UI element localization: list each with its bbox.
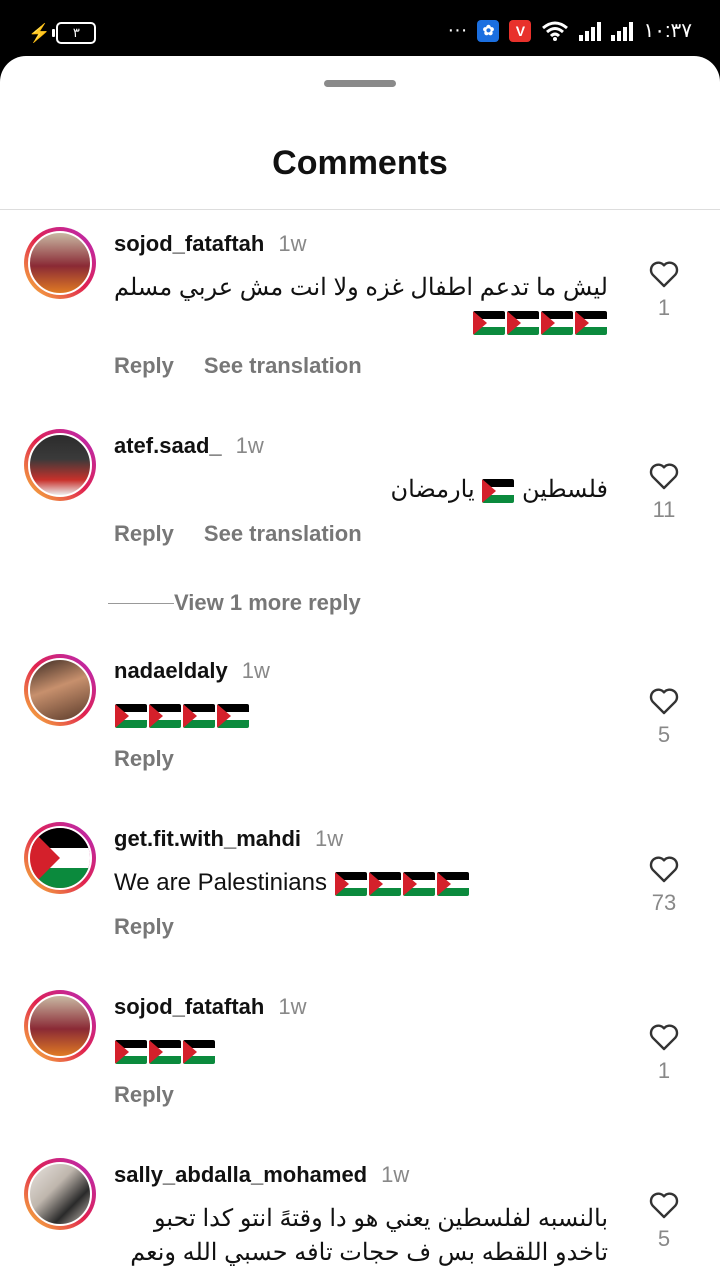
- palestine-flag-icon: [482, 478, 515, 503]
- status-left: ⚡ ٣: [28, 22, 97, 44]
- drag-handle[interactable]: [324, 80, 396, 87]
- comment-text: ليش ما تدعم اطفال غزه ولا انت مش عربي مس…: [114, 271, 608, 339]
- username[interactable]: sojod_fataftah: [114, 994, 264, 1019]
- like-button[interactable]: 1: [640, 259, 688, 321]
- reply-button[interactable]: Reply: [114, 1082, 174, 1107]
- timestamp: 1w: [241, 658, 270, 683]
- avatar[interactable]: [24, 654, 96, 726]
- palestine-flag-icon: [402, 871, 435, 896]
- palestine-flag-icon: [149, 703, 181, 728]
- timestamp: 1w: [315, 826, 344, 851]
- app-notification-icon: ✿: [477, 19, 500, 42]
- palestine-flag-icon: [507, 310, 539, 335]
- comment-text-part: We are Palestinians: [114, 869, 327, 896]
- palestine-flag-icon: [217, 703, 249, 728]
- heart-icon[interactable]: [648, 461, 680, 491]
- palestine-flag-icon: [473, 310, 505, 335]
- avatar[interactable]: [24, 429, 96, 501]
- divider: [0, 209, 720, 210]
- vpn-icon: V: [509, 19, 532, 42]
- username[interactable]: atef.saad_: [114, 433, 222, 458]
- like-button[interactable]: 5: [640, 1190, 688, 1252]
- flag-row: [114, 305, 608, 339]
- battery-level: ٣: [72, 25, 80, 40]
- reply-button[interactable]: Reply: [114, 521, 174, 546]
- battery-icon: ٣: [52, 22, 97, 44]
- view-more-label: View 1 more reply: [174, 590, 361, 615]
- heart-icon[interactable]: [648, 686, 680, 716]
- comments-sheet: Comments sojod_fataftah 1w ليش ما تدعم اط…: [0, 56, 720, 1282]
- palestine-flag-icon: [183, 1039, 215, 1064]
- reply-button[interactable]: Reply: [114, 746, 174, 771]
- comment-actions: Reply: [114, 914, 204, 940]
- palestine-flag-icon: [334, 871, 367, 896]
- palestine-flag-icon: [115, 1039, 147, 1064]
- wifi-icon: [542, 21, 569, 41]
- palestine-flag-icon: [183, 703, 215, 728]
- palestine-flag-avatar: [28, 826, 92, 890]
- comment-actions: Reply See translation: [114, 353, 392, 379]
- see-translation-button[interactable]: See translation: [204, 353, 362, 378]
- timestamp: 1w: [381, 1162, 410, 1187]
- like-count: 11: [652, 497, 676, 522]
- like-count: 1: [657, 1058, 671, 1083]
- more-dots: ···: [447, 19, 468, 41]
- username[interactable]: sally_abdalla_mohamed: [114, 1162, 367, 1187]
- palestine-flag-icon: [436, 871, 469, 896]
- timestamp: 1w: [278, 231, 307, 256]
- like-button[interactable]: 1: [640, 1022, 688, 1084]
- clock: ١٠:٣٧: [643, 20, 692, 42]
- palestine-flag-icon: [541, 310, 573, 335]
- heart-icon[interactable]: [648, 1022, 680, 1052]
- avatar[interactable]: [24, 822, 96, 894]
- like-count: 1: [657, 295, 671, 320]
- comment-text: بالنسبه لفلسطين يعني هو دا وقتهً انتو كد…: [130, 1205, 608, 1266]
- reply-button[interactable]: Reply: [114, 353, 174, 378]
- sheet-title: Comments: [272, 144, 448, 182]
- comment-text-part: يارمضان: [390, 476, 475, 503]
- heart-icon[interactable]: [648, 854, 680, 884]
- comment-text-line: ليش ما تدعم اطفال غزه ولا انت مش عربي مس…: [113, 274, 608, 301]
- signal-icon-1: [579, 21, 602, 41]
- username[interactable]: get.fit.with_mahdi: [114, 826, 301, 851]
- timestamp: 1w: [278, 994, 307, 1019]
- charging-icon: ⚡: [28, 22, 51, 43]
- palestine-flag-icon: [575, 310, 607, 335]
- status-right: ··· ✿ V ١٠:٣٧: [447, 18, 692, 43]
- like-button[interactable]: 11: [640, 461, 688, 523]
- timestamp: 1w: [235, 433, 264, 458]
- palestine-flag-icon: [115, 703, 147, 728]
- reply-button[interactable]: Reply: [114, 914, 174, 939]
- like-button[interactable]: 73: [640, 854, 688, 916]
- heart-icon[interactable]: [648, 1190, 680, 1220]
- like-button[interactable]: 5: [640, 686, 688, 748]
- comment-text-part: فلسطين: [521, 476, 608, 503]
- avatar[interactable]: [24, 990, 96, 1062]
- username[interactable]: sojod_fataftah: [114, 231, 264, 256]
- avatar[interactable]: [24, 227, 96, 299]
- heart-icon[interactable]: [648, 259, 680, 289]
- comment-text: فلسطين يارمضان: [114, 473, 608, 507]
- thread-line: [108, 602, 174, 604]
- comment-text: [114, 1034, 608, 1068]
- view-more-replies-button[interactable]: View 1 more reply: [108, 590, 361, 616]
- comment-actions: Reply See translation: [114, 521, 392, 547]
- avatar[interactable]: [24, 1158, 96, 1230]
- palestine-flag-icon: [149, 1039, 181, 1064]
- palestine-flag-icon: [368, 871, 401, 896]
- signal-icon-2: [611, 21, 634, 41]
- comment-text: [114, 698, 608, 732]
- comment-text: We are Palestinians: [114, 866, 608, 900]
- see-translation-button[interactable]: See translation: [204, 521, 362, 546]
- username[interactable]: nadaeldaly: [114, 658, 228, 683]
- comment-actions: Reply: [114, 1082, 204, 1108]
- comment-actions: Reply: [114, 746, 204, 772]
- like-count: 73: [651, 890, 677, 915]
- like-count: 5: [657, 722, 671, 747]
- like-count: 5: [657, 1226, 671, 1251]
